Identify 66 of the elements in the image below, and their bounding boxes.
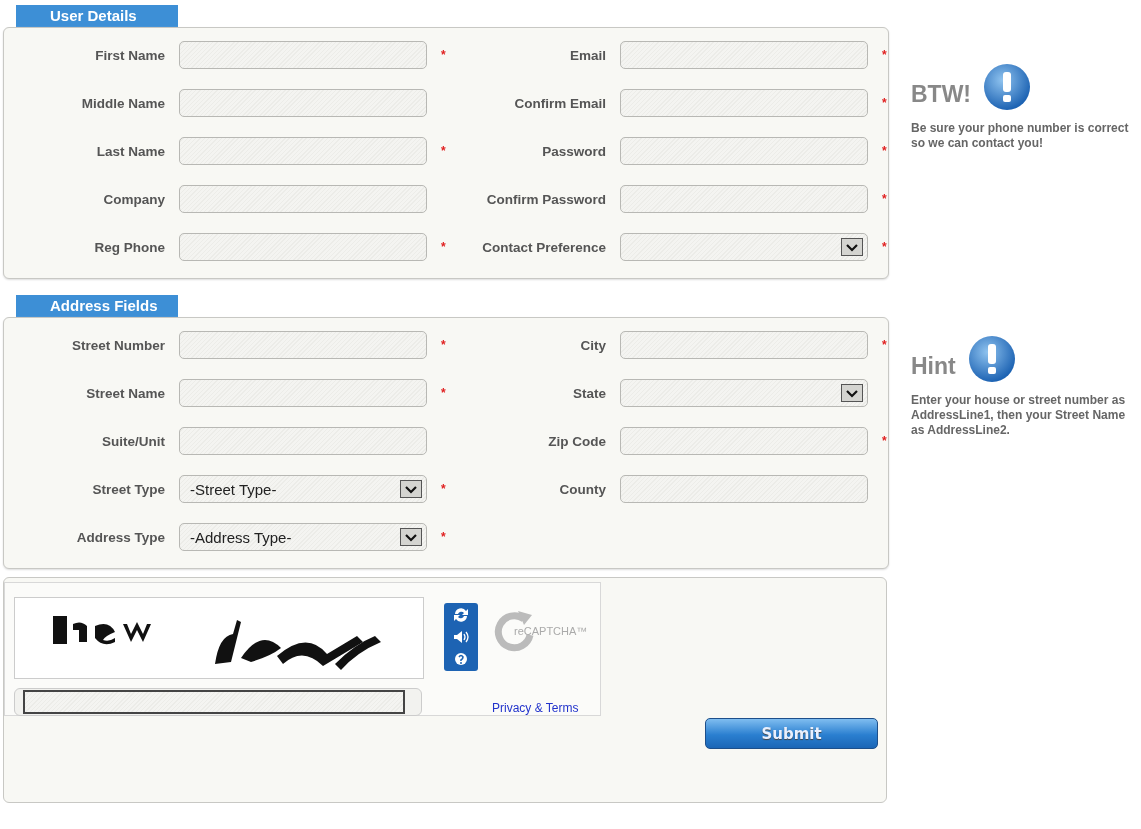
chevron-down-icon[interactable] [841, 384, 863, 402]
chevron-down-icon[interactable] [400, 528, 422, 546]
field-label: First Name [94, 47, 165, 63]
field-label: Confirm Email [513, 95, 606, 111]
note-text: Enter your house or street number as AddressLine1, then your Street Name as AddressLine2. [911, 393, 1127, 438]
field-label: Address Type [75, 529, 165, 545]
field-label: Street Type [91, 481, 165, 497]
required-mark: * [882, 434, 888, 448]
required-mark: * [441, 530, 447, 544]
input-field[interactable] [179, 137, 427, 165]
field-label: Suite/Unit [101, 433, 165, 449]
dropdown-field[interactable] [620, 233, 868, 261]
required-mark: * [441, 48, 447, 62]
input-field[interactable] [620, 137, 868, 165]
field-label: Contact Preference [481, 239, 606, 255]
note-heading: Hint [911, 352, 956, 380]
input-field[interactable] [620, 89, 868, 117]
exclamation-icon [967, 335, 1016, 383]
required-mark: * [441, 144, 447, 158]
input-field[interactable] [620, 427, 868, 455]
field-label: Password [541, 143, 606, 159]
input-field[interactable] [620, 475, 868, 503]
required-mark: * [882, 96, 888, 110]
field-label: State [572, 385, 606, 401]
required-mark: * [882, 144, 888, 158]
required-mark: * [882, 48, 888, 62]
dropdown-field[interactable] [620, 379, 868, 407]
chevron-down-icon[interactable] [400, 480, 422, 498]
field-label: Zip Code [547, 433, 606, 449]
input-field[interactable] [179, 427, 427, 455]
required-mark: * [441, 386, 447, 400]
input-field[interactable] [179, 89, 427, 117]
required-mark: * [882, 338, 888, 352]
field-label: Middle Name [80, 95, 165, 111]
input-field[interactable] [620, 41, 868, 69]
required-mark: * [441, 482, 447, 496]
input-field[interactable] [620, 185, 868, 213]
note-text: Be sure your phone number is correct so we can contact you! [911, 121, 1130, 151]
captcha-answer-field[interactable] [14, 688, 422, 716]
privacy-terms-link[interactable]: Privacy & Terms [492, 701, 579, 715]
required-mark: * [441, 338, 447, 352]
note-heading: BTW! [911, 80, 972, 108]
dropdown-field[interactable]: -Address Type- [179, 523, 427, 551]
field-label: Company [102, 191, 165, 207]
field-label: Email [568, 47, 606, 63]
required-mark: * [882, 240, 888, 254]
refresh-icon[interactable] [451, 605, 471, 625]
field-label: Street Name [85, 385, 165, 401]
logo-text: reCAPTCHA™ [514, 625, 588, 637]
dropdown-field[interactable]: -Street Type- [179, 475, 427, 503]
exclamation-icon [983, 63, 1032, 111]
input-field[interactable] [179, 331, 427, 359]
input-field[interactable] [179, 379, 427, 407]
input-field[interactable] [179, 233, 427, 261]
field-label: County [558, 481, 606, 497]
field-label: Last Name [95, 143, 165, 159]
required-mark: * [441, 240, 447, 254]
field-label: Street Number [70, 337, 165, 353]
input-field[interactable] [179, 41, 427, 69]
chevron-down-icon[interactable] [841, 238, 863, 256]
field-label: Reg Phone [93, 239, 165, 255]
field-label: Confirm Password [485, 191, 606, 207]
field-label: City [579, 337, 606, 353]
required-mark: * [882, 192, 888, 206]
input-field[interactable] [620, 331, 868, 359]
input-field[interactable] [179, 185, 427, 213]
